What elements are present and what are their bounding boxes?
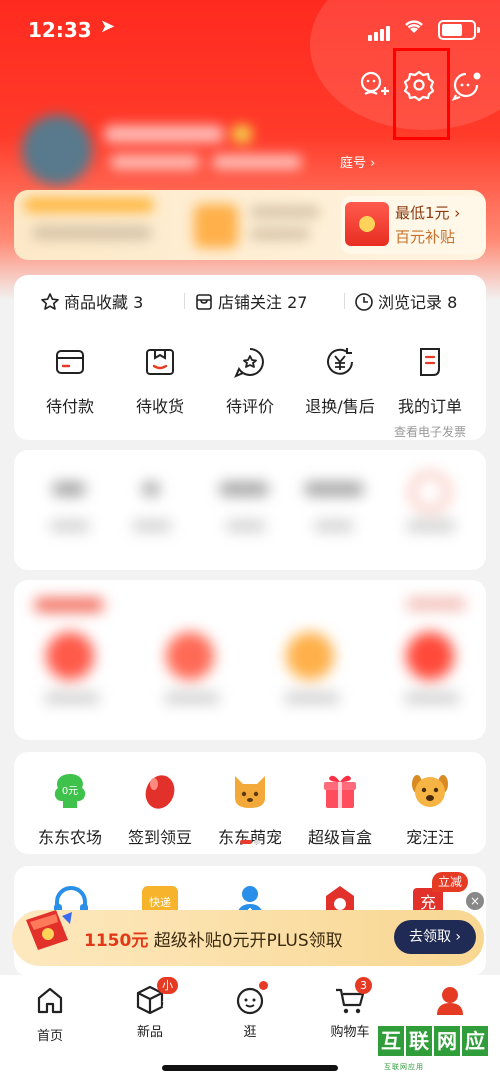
stat-history[interactable]: 浏览记录 8 [354, 289, 457, 313]
family-account-link[interactable]: 庭号 › [340, 152, 375, 171]
recommendation-card[interactable] [14, 580, 486, 740]
plus-claim-button[interactable]: 去领取 › [394, 920, 476, 954]
clock-icon [355, 293, 373, 311]
watermark-logo: 互联网应 互联网应用 [376, 1024, 494, 1076]
home-icon [37, 987, 63, 1014]
star-icon [41, 293, 59, 310]
tab-me[interactable] [410, 983, 490, 1025]
close-icon[interactable]: × [466, 892, 484, 910]
message-icon[interactable] [450, 68, 486, 104]
explore-dot [259, 981, 268, 990]
subsidy-promo[interactable]: 最低1元 › 百元补贴 [341, 196, 486, 254]
order-returns[interactable]: 退换/售后 [295, 345, 385, 417]
profile-summary[interactable] [22, 115, 342, 185]
package-icon [146, 349, 174, 375]
add-friend-icon[interactable] [357, 68, 393, 104]
wifi-icon [404, 18, 424, 39]
promo-banner[interactable]: 最低1元 › 百元补贴 [14, 190, 486, 260]
home-indicator [162, 1065, 338, 1071]
discount-badge: 立减 [432, 872, 468, 892]
bean-icon [145, 775, 175, 809]
stats-row: 商品收藏 3 店铺关注 27 浏览记录 8 [14, 275, 486, 325]
red-packet-icon [345, 202, 389, 246]
orders-card: 商品收藏 3 店铺关注 27 浏览记录 8 待付款 待收货 待评价 退换/售后 … [14, 275, 486, 440]
service-dog[interactable]: 宠汪汪 [385, 770, 475, 848]
tab-new[interactable]: 小米 新品 [110, 977, 190, 1040]
service-farm[interactable]: 0元 东东农场 [25, 770, 115, 848]
profile-icon [437, 987, 463, 1015]
carousel-indicator [254, 840, 260, 844]
gift-box-icon [324, 775, 356, 808]
order-pending-payment[interactable]: 待付款 [25, 345, 115, 417]
annotation-highlight-box [393, 48, 450, 140]
stat-favorites[interactable]: 商品收藏 3 [40, 289, 143, 313]
location-arrow-icon: ➤ [100, 16, 116, 37]
review-icon [234, 348, 264, 378]
carousel-indicator-active [240, 840, 252, 844]
order-pending-receipt[interactable]: 待收货 [115, 345, 205, 417]
services-card: 0元 东东农场 签到领豆 东东萌宠 超级盲盒 宠汪汪 [14, 752, 486, 854]
plus-promo-text: 1150元 超级补贴0元开PLUS领取 [84, 931, 343, 951]
battery-icon [438, 20, 480, 40]
service-blind-box[interactable]: 超级盲盒 [295, 770, 385, 848]
cart-badge: 3 [355, 977, 372, 994]
plus-gift-icon [26, 910, 72, 950]
service-checkin[interactable]: 签到领豆 [115, 770, 205, 848]
invoice-link[interactable]: 查看电子发票 [385, 423, 475, 440]
cellular-signal-icon [368, 22, 392, 41]
pet-icon [235, 776, 265, 808]
farm-icon: 0元 [54, 774, 86, 808]
wallet-icon [56, 350, 84, 374]
new-badge: 小米 [157, 977, 178, 1009]
svg-text:0元: 0元 [62, 786, 78, 797]
stat-followed-stores[interactable]: 店铺关注 27 [194, 289, 307, 313]
assets-card[interactable] [14, 450, 486, 570]
order-all[interactable]: 我的订单 查看电子发票 [385, 345, 475, 440]
tab-home[interactable]: 首页 [10, 983, 90, 1044]
avatar[interactable] [22, 115, 92, 185]
tab-explore[interactable]: 逛 [210, 981, 290, 1040]
refund-icon [327, 348, 353, 375]
promo-line2: 百元补贴 [395, 228, 456, 246]
plus-promo-banner[interactable]: 1150元 超级补贴0元开PLUS领取 去领取 › × [12, 892, 484, 966]
order-list-icon [420, 348, 440, 376]
service-pet[interactable]: 东东萌宠 [205, 770, 295, 848]
dog-icon [412, 775, 448, 807]
status-time: 12:33 [28, 18, 92, 42]
status-bar: 12:33 ➤ [28, 16, 480, 46]
store-icon [196, 294, 212, 310]
promo-line1: 最低1元 › [395, 204, 461, 222]
order-pending-review[interactable]: 待评价 [205, 345, 295, 417]
